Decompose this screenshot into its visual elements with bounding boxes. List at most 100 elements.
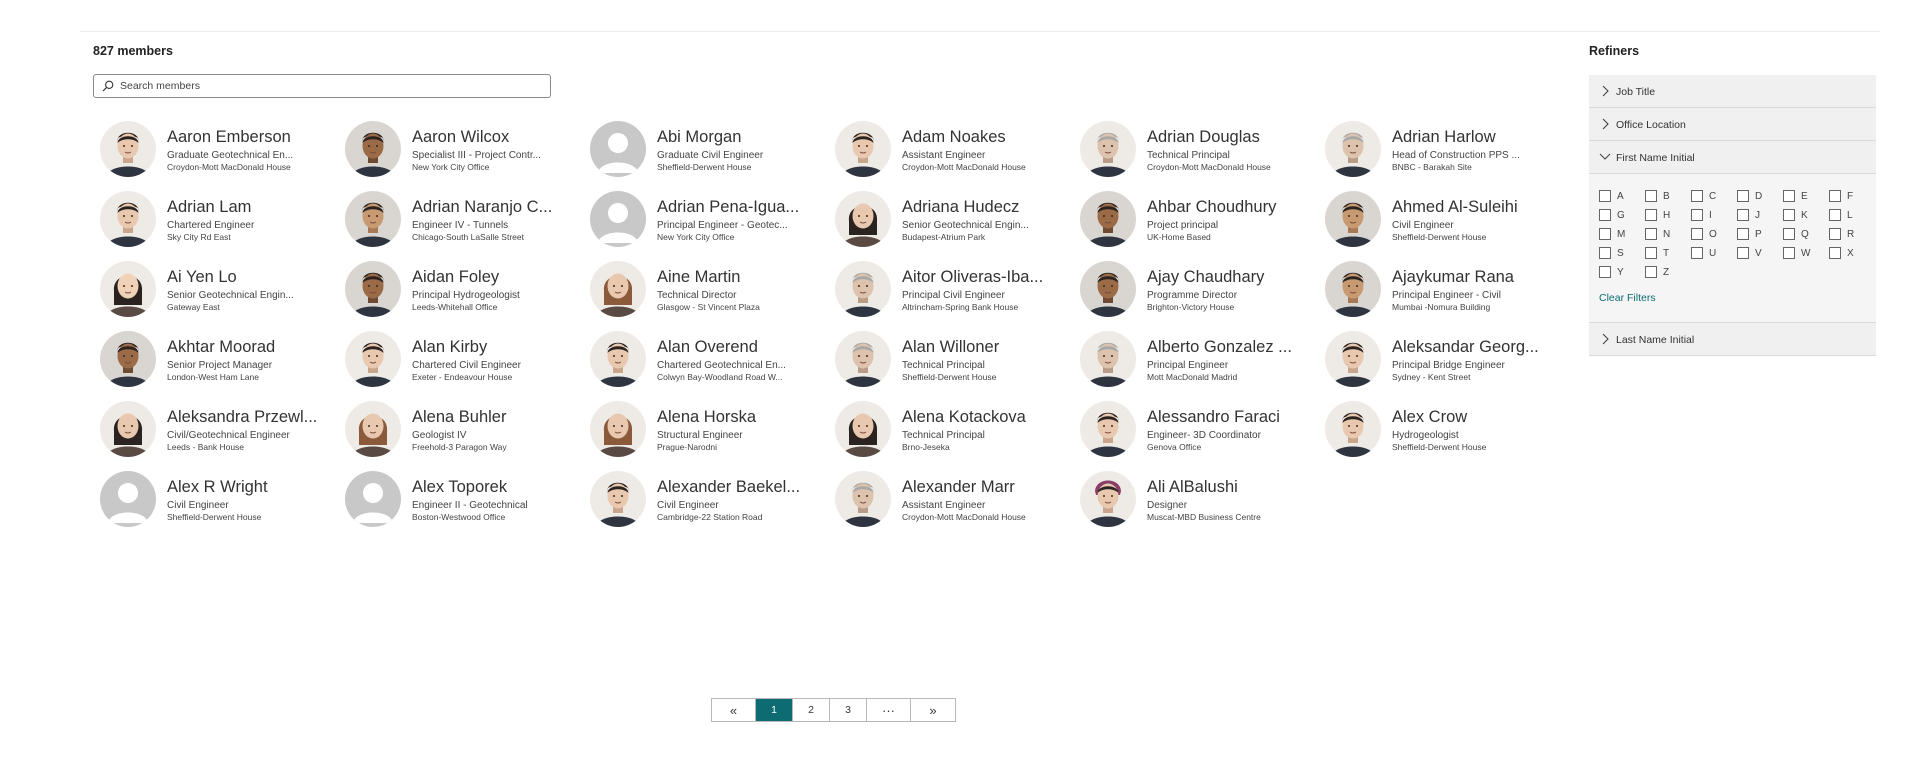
initial-checkbox-q[interactable]: Q	[1783, 228, 1829, 240]
member-card[interactable]: Adrian Douglas Technical Principal Croydon…	[1080, 121, 1320, 177]
member-card[interactable]: Adam Noakes Assistant Engineer Croydon-Mot…	[835, 121, 1075, 177]
initial-checkbox-r[interactable]: R	[1829, 228, 1875, 240]
initial-checkbox-y[interactable]: Y	[1599, 266, 1645, 278]
member-card[interactable]: Alena Horska Structural Engineer Prague-Na…	[590, 401, 830, 457]
member-card[interactable]: Alan Overend Chartered Geotechnical En...…	[590, 331, 830, 387]
member-card[interactable]: Ahbar Choudhury Project principal UK-Home …	[1080, 191, 1320, 247]
member-card[interactable]: Adrian Harlow Head of Construction PPS ..…	[1325, 121, 1565, 177]
member-card[interactable]: Adriana Hudecz Senior Geotechnical Engin.…	[835, 191, 1075, 247]
member-card[interactable]: Aidan Foley Principal Hydrogeologist Leeds…	[345, 261, 585, 317]
initial-checkbox-d[interactable]: D	[1737, 190, 1783, 202]
search-input[interactable]	[120, 75, 540, 97]
checkbox[interactable]	[1829, 190, 1841, 202]
initial-checkbox-f[interactable]: F	[1829, 190, 1875, 202]
page-2-button[interactable]: 2	[793, 699, 830, 721]
member-card[interactable]: Alena Kotackova Technical Principal Brno-J…	[835, 401, 1075, 457]
initial-checkbox-p[interactable]: P	[1737, 228, 1783, 240]
member-card[interactable]: Adrian Naranjo C... Engineer IV - Tunnels…	[345, 191, 585, 247]
member-card[interactable]: Alex R Wright Civil Engineer Sheffield-Der…	[100, 471, 340, 527]
checkbox[interactable]	[1645, 209, 1657, 221]
initial-checkbox-n[interactable]: N	[1645, 228, 1691, 240]
refiner-job-title[interactable]: Job Title	[1589, 75, 1876, 108]
checkbox[interactable]	[1783, 190, 1795, 202]
member-card[interactable]: Ajaykumar Rana Principal Engineer - Civil…	[1325, 261, 1565, 317]
initial-checkbox-x[interactable]: X	[1829, 247, 1875, 259]
member-card[interactable]: Alessandro Faraci Engineer- 3D Coordinato…	[1080, 401, 1320, 457]
member-card[interactable]: Adrian Lam Chartered Engineer Sky City Rd …	[100, 191, 340, 247]
checkbox[interactable]	[1691, 247, 1703, 259]
member-card[interactable]: Ali AlBalushi Designer Muscat-MBD Business…	[1080, 471, 1320, 527]
member-card[interactable]: Alex Toporek Engineer II - Geotechnical Bo…	[345, 471, 585, 527]
page-3-button[interactable]: 3	[830, 699, 867, 721]
initial-checkbox-z[interactable]: Z	[1645, 266, 1691, 278]
member-card[interactable]: Aleksandra Przewl... Civil/Geotechnical E…	[100, 401, 340, 457]
initial-checkbox-s[interactable]: S	[1599, 247, 1645, 259]
page-1-button[interactable]: 1	[756, 699, 793, 721]
member-card[interactable]: Alan Willoner Technical Principal Sheffiel…	[835, 331, 1075, 387]
checkbox[interactable]	[1599, 190, 1611, 202]
checkbox[interactable]	[1829, 209, 1841, 221]
initial-checkbox-w[interactable]: W	[1783, 247, 1829, 259]
checkbox[interactable]	[1599, 247, 1611, 259]
member-card[interactable]: Ajay Chaudhary Programme Director Brighton…	[1080, 261, 1320, 317]
member-card[interactable]: Ahmed Al-Suleihi Civil Engineer Sheffield-…	[1325, 191, 1565, 247]
checkbox[interactable]	[1737, 228, 1749, 240]
initial-checkbox-c[interactable]: C	[1691, 190, 1737, 202]
initial-checkbox-j[interactable]: J	[1737, 209, 1783, 221]
checkbox[interactable]	[1783, 228, 1795, 240]
checkbox[interactable]	[1691, 228, 1703, 240]
member-card[interactable]: Ai Yen Lo Senior Geotechnical Engin... Gat…	[100, 261, 340, 317]
initial-checkbox-a[interactable]: A	[1599, 190, 1645, 202]
checkbox[interactable]	[1645, 228, 1657, 240]
checkbox[interactable]	[1829, 228, 1841, 240]
member-card[interactable]: Alena Buhler Geologist IV Freehold-3 Parag…	[345, 401, 585, 457]
checkbox[interactable]	[1599, 209, 1611, 221]
checkbox[interactable]	[1737, 209, 1749, 221]
checkbox[interactable]	[1783, 247, 1795, 259]
member-card[interactable]: Abi Morgan Graduate Civil Engineer Sheffie…	[590, 121, 830, 177]
checkbox[interactable]	[1645, 247, 1657, 259]
member-card[interactable]: Alberto Gonzalez ... Principal Engineer Mo…	[1080, 331, 1320, 387]
member-card[interactable]: Alan Kirby Chartered Civil Engineer Exeter…	[345, 331, 585, 387]
initial-checkbox-g[interactable]: G	[1599, 209, 1645, 221]
checkbox[interactable]	[1691, 209, 1703, 221]
member-card[interactable]: Alexander Baekel... Civil Engineer Cambrid…	[590, 471, 830, 527]
checkbox[interactable]	[1829, 247, 1841, 259]
member-card[interactable]: Aine Martin Technical Director Glasgow - S…	[590, 261, 830, 317]
checkbox[interactable]	[1737, 190, 1749, 202]
initial-checkbox-u[interactable]: U	[1691, 247, 1737, 259]
initial-checkbox-e[interactable]: E	[1783, 190, 1829, 202]
member-card[interactable]: Akhtar Moorad Senior Project Manager Londo…	[100, 331, 340, 387]
checkbox[interactable]	[1645, 266, 1657, 278]
checkbox[interactable]	[1645, 190, 1657, 202]
last-page-button[interactable]: »	[911, 699, 955, 721]
initial-checkbox-k[interactable]: K	[1783, 209, 1829, 221]
checkbox[interactable]	[1783, 209, 1795, 221]
initial-checkbox-o[interactable]: O	[1691, 228, 1737, 240]
initial-checkbox-i[interactable]: I	[1691, 209, 1737, 221]
search-box[interactable]	[93, 74, 551, 98]
checkbox[interactable]	[1691, 190, 1703, 202]
checkbox[interactable]	[1737, 247, 1749, 259]
member-card[interactable]: Aleksandar Georg... Principal Bridge Engi…	[1325, 331, 1565, 387]
initial-checkbox-m[interactable]: M	[1599, 228, 1645, 240]
member-card[interactable]: Aaron Wilcox Specialist III - Project Con…	[345, 121, 585, 177]
initial-checkbox-b[interactable]: B	[1645, 190, 1691, 202]
initial-checkbox-h[interactable]: H	[1645, 209, 1691, 221]
member-card[interactable]: Adrian Pena-Igua... Principal Engineer - …	[590, 191, 830, 247]
member-card[interactable]: Alex Crow Hydrogeologist Sheffield-Derwent…	[1325, 401, 1565, 457]
initial-checkbox-v[interactable]: V	[1737, 247, 1783, 259]
refiner-last-name-initial[interactable]: Last Name Initial	[1589, 323, 1876, 356]
more-pages-button[interactable]: ···	[867, 699, 911, 721]
member-card[interactable]: Aaron Emberson Graduate Geotechnical En..…	[100, 121, 340, 177]
refiner-first-name-initial[interactable]: First Name Initial	[1589, 141, 1876, 174]
initial-checkbox-t[interactable]: T	[1645, 247, 1691, 259]
refiner-office-location[interactable]: Office Location	[1589, 108, 1876, 141]
first-page-button[interactable]: «	[712, 699, 756, 721]
initial-checkbox-l[interactable]: L	[1829, 209, 1875, 221]
checkbox[interactable]	[1599, 228, 1611, 240]
checkbox[interactable]	[1599, 266, 1611, 278]
clear-filters-link[interactable]: Clear Filters	[1599, 292, 1656, 304]
member-card[interactable]: Alexander Marr Assistant Engineer Croydon-…	[835, 471, 1075, 527]
member-card[interactable]: Aitor Oliveras-Iba... Principal Civil Eng…	[835, 261, 1075, 317]
